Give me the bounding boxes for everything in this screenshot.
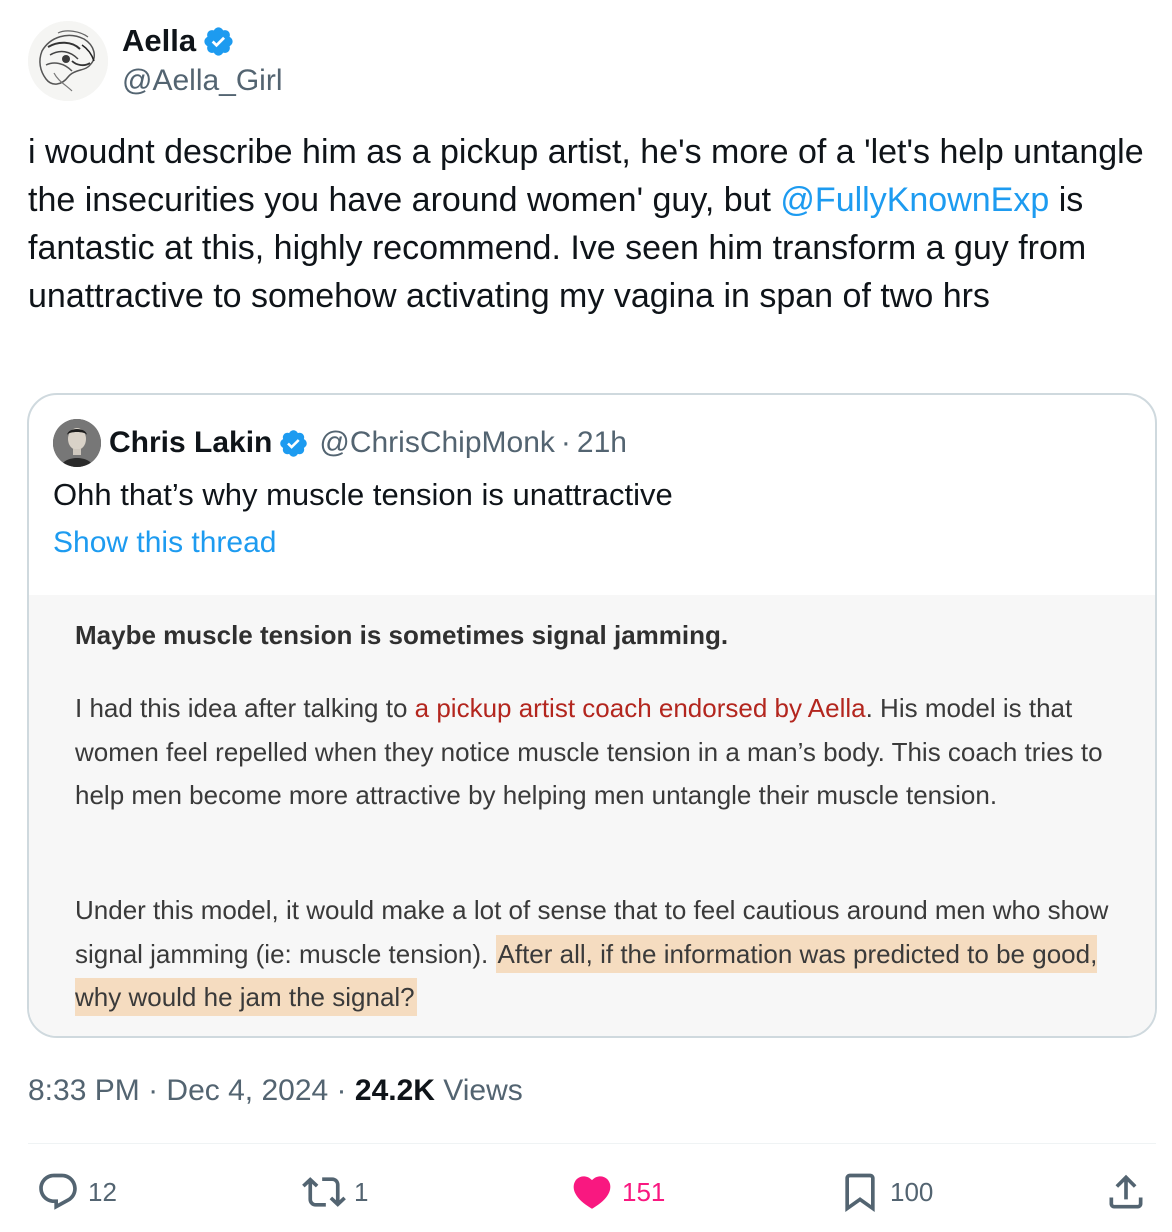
bookmark-button[interactable]: 100 — [838, 1166, 933, 1218]
reply-button[interactable]: 12 — [36, 1166, 117, 1218]
views-count: 24.2K — [354, 1074, 435, 1107]
heart-icon — [573, 1176, 611, 1209]
reply-icon — [39, 1173, 77, 1210]
quote-tweet-card[interactable]: Chris Lakin @ChrisChipMonk · 21h Ohh tha… — [27, 393, 1157, 1038]
quote-author-display-name[interactable]: Chris Lakin — [109, 426, 272, 460]
quote-text: Ohh that’s why muscle tension is unattra… — [53, 477, 673, 512]
repost-button[interactable]: 1 — [302, 1166, 368, 1218]
quote-avatar-photo — [53, 419, 101, 467]
quote-author-handle[interactable]: @ChrisChipMonk — [319, 426, 555, 460]
show-thread-link[interactable]: Show this thread — [53, 521, 276, 565]
tweet-text: i woudnt describe him as a pickup artist… — [28, 128, 1148, 320]
quote-author-avatar[interactable] — [53, 419, 101, 467]
avatar-sketch-image — [28, 21, 108, 101]
author-display-name[interactable]: Aella — [122, 23, 196, 59]
tweet-meta: 8:33 PM · Dec 4, 2024 · 24.2K Views — [28, 1071, 523, 1111]
mention-link[interactable]: @FullyKnownExp — [780, 181, 1049, 219]
author-avatar[interactable] — [28, 21, 108, 101]
media-coach-link: a pickup artist coach endorsed by Aella — [414, 693, 866, 723]
repost-count: 1 — [354, 1176, 369, 1207]
quote-verified-badge-icon[interactable] — [278, 428, 309, 459]
media-paragraph-1: I had this idea after talking to a picku… — [75, 687, 1135, 818]
quote-header: Chris Lakin @ChrisChipMonk · 21h — [53, 419, 627, 467]
display-name-row: Aella — [122, 21, 283, 61]
quote-timestamp[interactable]: 21h — [577, 426, 627, 460]
action-bar: 12 1 151 100 — [0, 1166, 1172, 1218]
divider — [28, 1143, 1156, 1144]
author-row: Aella @Aella_Girl — [28, 20, 283, 102]
meta-separator: · — [148, 1074, 159, 1107]
bookmark-count: 100 — [890, 1176, 934, 1207]
quote-separator: · — [560, 426, 571, 459]
bookmark-icon — [845, 1173, 875, 1213]
media-paragraph-2: Under this model, it would make a lot of… — [75, 889, 1135, 1020]
tweet-time[interactable]: 8:33 PM — [28, 1074, 140, 1107]
meta-separator: · — [336, 1074, 347, 1107]
views-label: Views — [443, 1074, 523, 1107]
tweet: Aella @Aella_Girl i woudnt describe him … — [0, 0, 1172, 1232]
repost-icon — [302, 1177, 346, 1207]
like-button[interactable]: 151 — [570, 1166, 665, 1218]
quote-media-image[interactable]: Maybe muscle tension is sometimes signal… — [29, 595, 1155, 1036]
media-heading: Maybe muscle tension is sometimes signal… — [75, 620, 729, 650]
share-icon — [1109, 1174, 1143, 1209]
author-handle[interactable]: @Aella_Girl — [122, 61, 283, 101]
media-paragraph-1-start: I had this idea after talking to — [75, 693, 415, 723]
author-names: Aella @Aella_Girl — [122, 21, 283, 101]
share-button[interactable] — [1104, 1166, 1148, 1218]
verified-badge-icon[interactable] — [202, 25, 235, 58]
tweet-date[interactable]: Dec 4, 2024 — [166, 1074, 328, 1107]
reply-count: 12 — [88, 1176, 117, 1207]
like-count: 151 — [622, 1176, 666, 1207]
